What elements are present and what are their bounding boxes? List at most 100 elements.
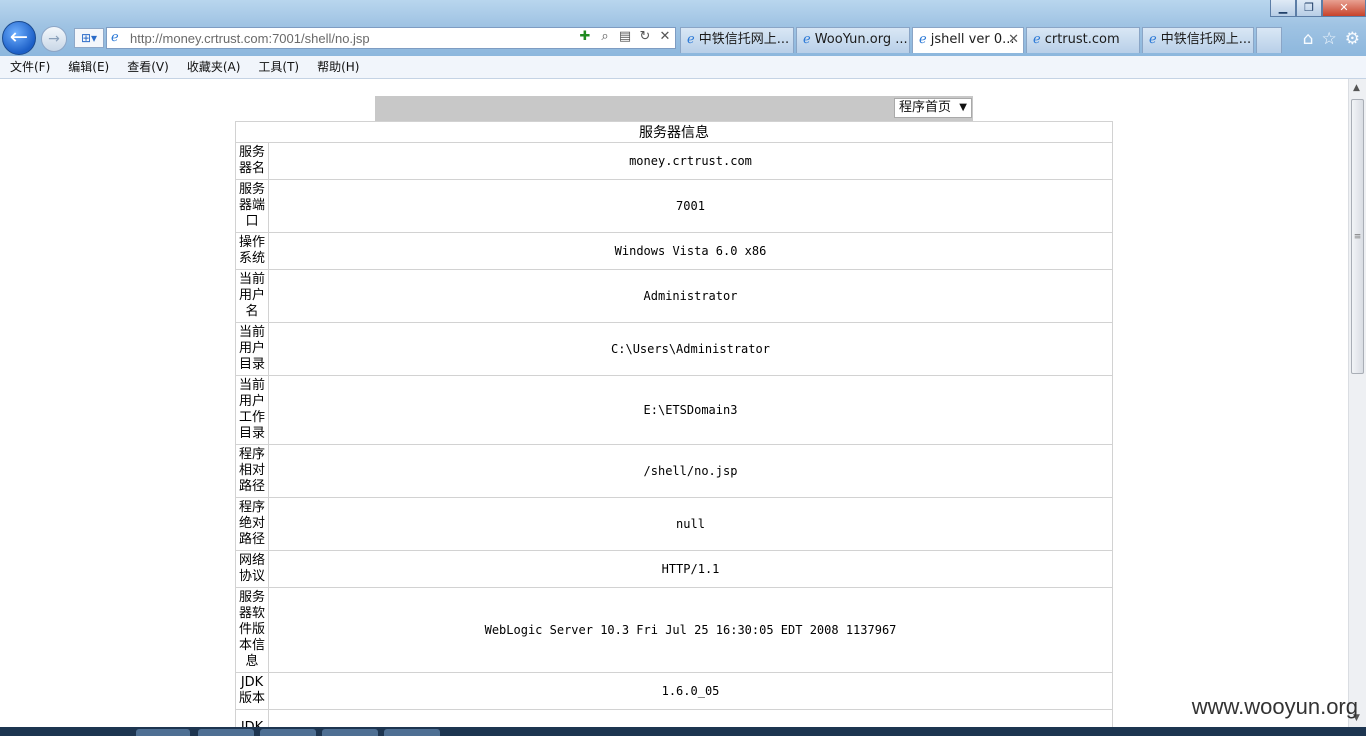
vertical-scrollbar[interactable]: ▲ ≡ ▼ — [1348, 79, 1366, 727]
ie-tab-icon: ℯ — [1149, 32, 1157, 47]
address-tools: ✚ ⌕ ▤ ↻ ✕ — [577, 29, 673, 44]
menu-help[interactable]: 帮助(H) — [307, 56, 367, 78]
taskbar-button[interactable] — [136, 729, 190, 736]
back-button[interactable]: ← — [2, 21, 36, 55]
chevron-down-icon: ▼ — [959, 102, 967, 113]
taskbar-button[interactable] — [198, 729, 254, 736]
tab-5[interactable]: ℯ 中铁信托网上... — [1142, 27, 1254, 53]
menu-bar: 文件(F) 编辑(E) 查看(V) 收藏夹(A) 工具(T) 帮助(H) — [0, 56, 1366, 79]
row-label: 当前用户工作目录 — [235, 375, 269, 445]
table-row: JDK — [235, 709, 1113, 727]
taskbar-button[interactable] — [322, 729, 378, 736]
menu-view[interactable]: 查看(V) — [117, 56, 177, 78]
address-bar[interactable]: ℯ http://money.crtrust.com:7001/shell/no… — [106, 27, 676, 49]
table-title: 服务器信息 — [235, 121, 1113, 143]
close-tab-icon[interactable]: ✕ — [1008, 28, 1019, 52]
table-row: 服务器名 money.crtrust.com — [235, 142, 1113, 180]
tools-gear-icon[interactable]: ⚙ — [1345, 29, 1360, 49]
compatibility-view-button[interactable]: ⊞▾ — [74, 28, 104, 48]
row-value: HTTP/1.1 — [268, 550, 1113, 588]
menu-tools[interactable]: 工具(T) — [248, 56, 307, 78]
row-label: 服务器软件版本信息 — [235, 587, 269, 673]
ie-tab-icon: ℯ — [1033, 32, 1041, 47]
scroll-up-icon[interactable]: ▲ — [1353, 83, 1360, 93]
favorites-star-icon[interactable]: ☆ — [1322, 29, 1337, 49]
program-select[interactable]: 程序首页 ▼ — [894, 98, 972, 118]
tab-4[interactable]: ℯ crtrust.com — [1026, 27, 1140, 53]
row-label: JDK — [235, 709, 269, 727]
row-value: money.crtrust.com — [268, 142, 1113, 180]
ie-tab-icon: ℯ — [803, 32, 811, 47]
row-label: 操作系统 — [235, 232, 269, 270]
minimize-button[interactable]: ▁ — [1270, 0, 1296, 17]
row-label: 程序绝对路径 — [235, 497, 269, 551]
menu-favorites[interactable]: 收藏夹(A) — [177, 56, 249, 78]
watermark: www.wooyun.org — [1191, 694, 1358, 719]
table-row: 程序相对路径 /shell/no.jsp — [235, 444, 1113, 498]
ie-page-icon: ℯ — [111, 30, 119, 45]
tab-strip: ℯ 中铁信托网上... ℯ WooYun.org ... ℯ jshell ver 0… — [680, 27, 1282, 53]
ie-tab-icon: ℯ — [687, 32, 695, 47]
search-icon[interactable]: ⌕ — [597, 29, 613, 44]
row-value: 1.6.0_05 — [268, 672, 1113, 710]
menu-file[interactable]: 文件(F) — [0, 56, 58, 78]
browser-chrome: ▁ ❐ ✕ ← → ⊞▾ ℯ http://money.crtrust.com:… — [0, 0, 1366, 57]
row-value: WebLogic Server 10.3 Fri Jul 25 16:30:05… — [268, 587, 1113, 673]
row-label: 当前用户目录 — [235, 322, 269, 376]
close-button[interactable]: ✕ — [1322, 0, 1366, 17]
table-row: 程序绝对路径 null — [235, 497, 1113, 551]
arrow-left-icon: ← — [9, 25, 29, 50]
server-info-table: 服务器信息 服务器名 money.crtrust.com 服务器端口 7001 … — [235, 121, 1113, 727]
plus-box-icon: ⊞▾ — [80, 31, 98, 45]
row-value: 7001 — [268, 179, 1113, 233]
row-label: 当前用户名 — [235, 269, 269, 323]
tab-label: crtrust.com — [1044, 32, 1120, 47]
tab-label: 中铁信托网上... — [1160, 32, 1252, 47]
table-row: 服务器端口 7001 — [235, 179, 1113, 233]
table-row: 当前用户目录 C:\Users\Administrator — [235, 322, 1113, 376]
taskbar-button[interactable] — [260, 729, 316, 736]
table-row: 服务器软件版本信息 WebLogic Server 10.3 Fri Jul 2… — [235, 587, 1113, 673]
table-row: 当前用户工作目录 E:\ETSDomain3 — [235, 375, 1113, 445]
tab-label: WooYun.org ... — [814, 32, 908, 47]
taskbar-button[interactable] — [384, 729, 440, 736]
row-value — [268, 709, 1113, 727]
row-value: C:\Users\Administrator — [268, 322, 1113, 376]
forward-button[interactable]: → — [41, 26, 67, 52]
tab-2[interactable]: ℯ WooYun.org ... — [796, 27, 910, 53]
stop-icon[interactable]: ✕ — [657, 29, 673, 44]
compat-icon[interactable]: ▤ — [617, 29, 633, 44]
program-bar: 程序首页 ▼ — [375, 96, 973, 121]
table-row: 网络协议 HTTP/1.1 — [235, 550, 1113, 588]
refresh-icon[interactable]: ↻ — [637, 29, 653, 44]
row-label: 服务器端口 — [235, 179, 269, 233]
addon-icon[interactable]: ✚ — [577, 29, 593, 44]
home-icon[interactable]: ⌂ — [1303, 29, 1314, 49]
row-value: /shell/no.jsp — [268, 444, 1113, 498]
row-label: 网络协议 — [235, 550, 269, 588]
ie-tab-icon: ℯ — [919, 32, 927, 47]
tab-label: 中铁信托网上... — [698, 32, 790, 47]
row-label: JDK版本 — [235, 672, 269, 710]
tab-3[interactable]: ℯ jshell ver 0... ✕ — [912, 27, 1024, 53]
row-value: Windows Vista 6.0 x86 — [268, 232, 1113, 270]
tab-label: jshell ver 0... — [930, 32, 1015, 47]
row-label: 服务器名 — [235, 142, 269, 180]
table-row: JDK版本 1.6.0_05 — [235, 672, 1113, 710]
tab-1[interactable]: ℯ 中铁信托网上... — [680, 27, 794, 53]
row-value: null — [268, 497, 1113, 551]
taskbar — [0, 727, 1366, 736]
program-select-value: 程序首页 — [899, 100, 952, 115]
row-value: E:\ETSDomain3 — [268, 375, 1113, 445]
address-url[interactable]: http://money.crtrust.com:7001/shell/no.j… — [130, 31, 370, 46]
window-controls: ▁ ❐ ✕ — [1270, 0, 1366, 18]
new-tab-button[interactable] — [1256, 27, 1282, 53]
table-row: 当前用户名 Administrator — [235, 269, 1113, 323]
row-value: Administrator — [268, 269, 1113, 323]
row-label: 程序相对路径 — [235, 444, 269, 498]
menu-edit[interactable]: 编辑(E) — [58, 56, 117, 78]
maximize-button[interactable]: ❐ — [1296, 0, 1322, 17]
arrow-right-icon: → — [48, 31, 60, 47]
scroll-thumb[interactable]: ≡ — [1351, 99, 1364, 374]
page-content: 程序首页 ▼ 服务器信息 服务器名 money.crtrust.com 服务器端… — [0, 79, 1348, 727]
